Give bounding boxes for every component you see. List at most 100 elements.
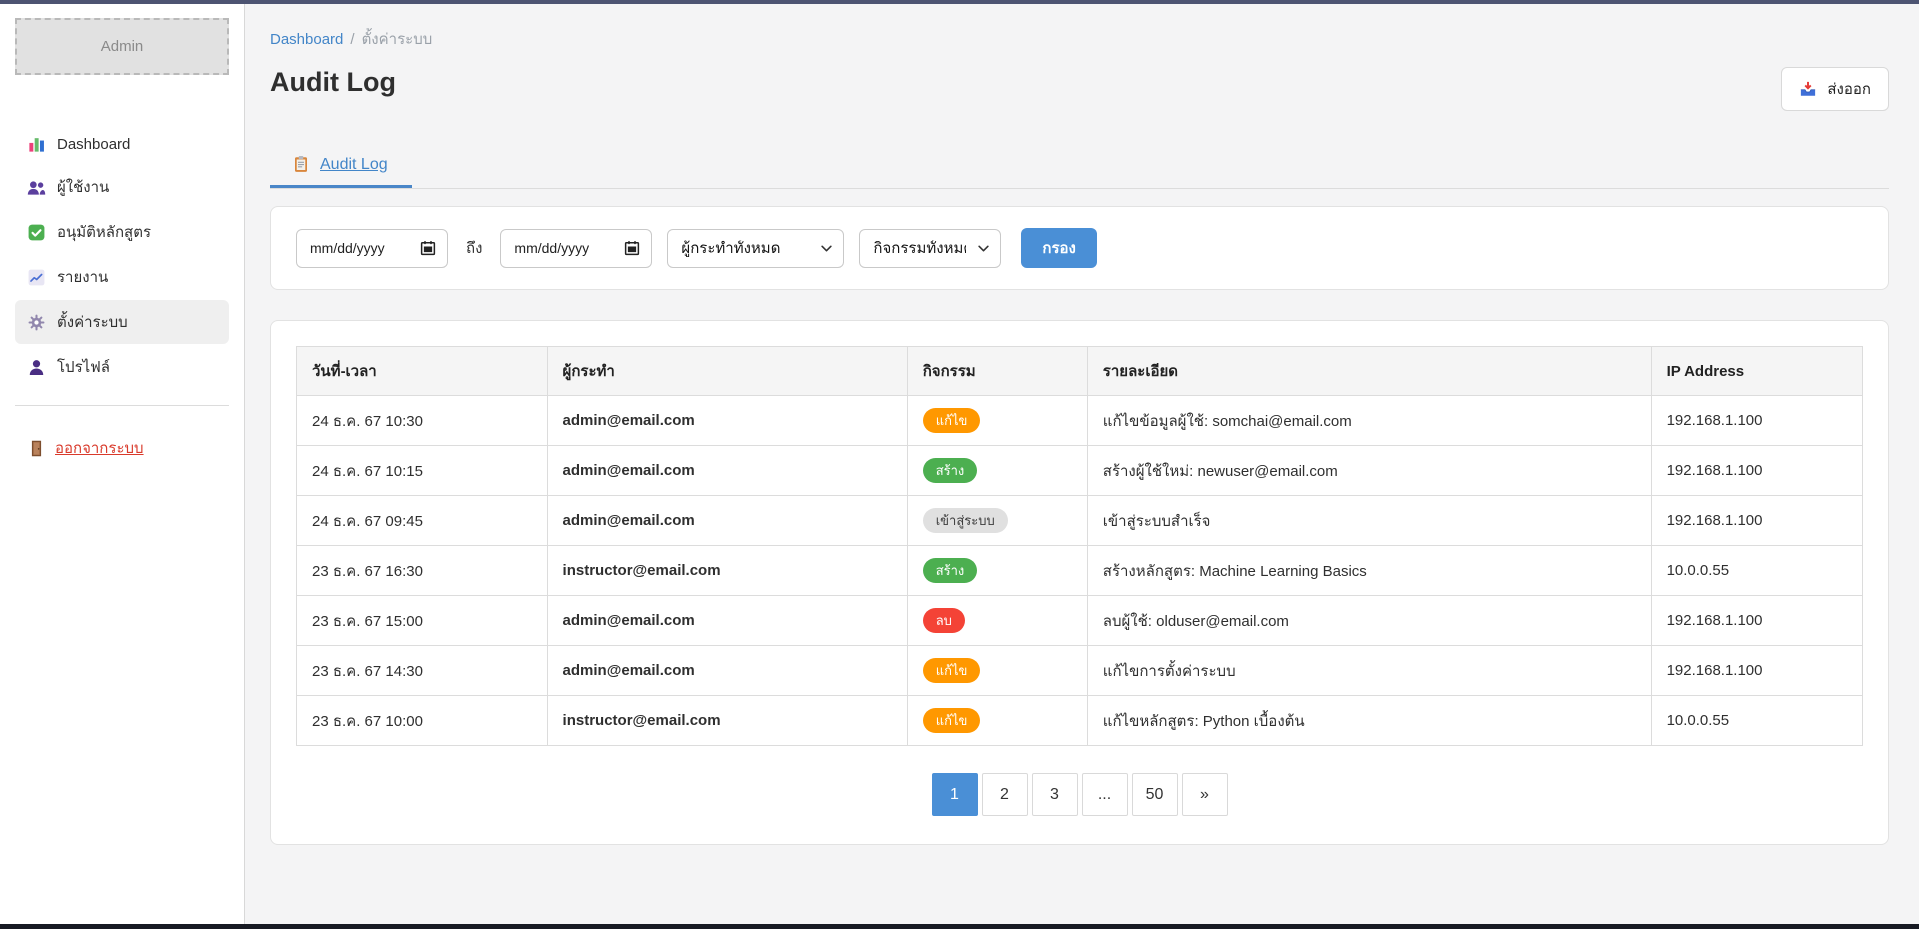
table-row: 23 ธ.ค. 67 14:30 admin@email.com แก้ไข แ… [297,646,1863,696]
cell-actor: admin@email.com [547,646,907,696]
actor-filter-select[interactable]: ผู้กระทำทั้งหมด [667,229,844,268]
sidebar-divider [15,405,229,406]
app-root: Admin Dashboard ผู้ใช้งาน อนุมัติหลักสูต… [0,4,1919,924]
cell-details: สร้างหลักสูตร: Machine Learning Basics [1087,546,1651,596]
cell-action: แก้ไข [907,396,1087,446]
window-bottom-strip [0,924,1919,929]
tab-audit-log-label: Audit Log [320,156,388,174]
date-to-input[interactable] [500,229,652,268]
cell-datetime: 24 ธ.ค. 67 10:15 [297,446,548,496]
pagination-page-3[interactable]: 3 [1032,773,1078,816]
date-from-field [296,229,448,268]
cell-ip: 192.168.1.100 [1651,396,1862,446]
column-header: รายละเอียด [1087,347,1651,396]
cell-datetime: 24 ธ.ค. 67 09:45 [297,496,548,546]
line-chart-icon [27,268,46,287]
sidebar-item-users[interactable]: ผู้ใช้งาน [15,165,229,209]
cell-actor: admin@email.com [547,496,907,546]
cell-details: สร้างผู้ใช้ใหม่: newuser@email.com [1087,446,1651,496]
sidebar: Admin Dashboard ผู้ใช้งาน อนุมัติหลักสูต… [0,4,245,924]
action-badge: แก้ไข [923,408,981,433]
cell-action: เข้าสู่ระบบ [907,496,1087,546]
cell-actor: instructor@email.com [547,546,907,596]
audit-table-card: วันที่-เวลาผู้กระทำกิจกรรมรายละเอียดIP A… [270,320,1889,845]
sidebar-item-reports[interactable]: รายงาน [15,255,229,299]
sidebar-item-label: รายงาน [57,265,108,289]
cell-details: ลบผู้ใช้: olduser@email.com [1087,596,1651,646]
export-button[interactable]: ส่งออก [1781,67,1889,111]
sidebar-item-label: โปรไฟล์ [57,355,110,379]
column-header: ผู้กระทำ [547,347,907,396]
breadcrumb-dashboard-link[interactable]: Dashboard [270,31,343,48]
cell-datetime: 23 ธ.ค. 67 16:30 [297,546,548,596]
activity-filter-select[interactable]: กิจกรรมทั้งหมด [859,229,1001,268]
sidebar-item-approve-courses[interactable]: อนุมัติหลักสูตร [15,210,229,254]
export-tray-icon [1799,80,1818,99]
table-row: 23 ธ.ค. 67 10:00 instructor@email.com แก… [297,696,1863,746]
cell-details: แก้ไขการตั้งค่าระบบ [1087,646,1651,696]
action-badge: เข้าสู่ระบบ [923,508,1008,533]
action-badge: แก้ไข [923,658,981,683]
sidebar-nav: Dashboard ผู้ใช้งาน อนุมัติหลักสูตร รายง… [15,125,229,389]
check-square-icon [27,223,46,242]
export-button-label: ส่งออก [1827,77,1871,101]
door-icon [27,439,46,458]
logo-text: Admin [101,38,144,55]
action-badge: ลบ [923,608,965,633]
sidebar-item-settings[interactable]: ตั้งค่าระบบ [15,300,229,344]
cell-datetime: 23 ธ.ค. 67 10:00 [297,696,548,746]
filter-bar: ถึง ผู้กระทำทั้งหมด กิจกรรมทั้งหมด [270,206,1889,290]
date-to-field [500,229,652,268]
pagination-next-button[interactable]: » [1182,773,1228,816]
filter-button[interactable]: กรอง [1021,228,1096,268]
sidebar-item-label: ผู้ใช้งาน [57,175,109,199]
action-badge: แก้ไข [923,708,981,733]
person-icon [27,358,46,377]
cell-action: สร้าง [907,546,1087,596]
sidebar-item-label: Dashboard [57,136,130,153]
table-header-row: วันที่-เวลาผู้กระทำกิจกรรมรายละเอียดIP A… [297,347,1863,396]
tab-audit-log[interactable]: Audit Log [270,145,412,188]
pagination-page-1[interactable]: 1 [932,773,978,816]
clipboard-icon [292,155,311,174]
actor-select-wrap: ผู้กระทำทั้งหมด [667,229,844,268]
cell-ip: 192.168.1.100 [1651,446,1862,496]
breadcrumb-separator: / [350,31,354,48]
tab-bar: Audit Log [270,145,1889,189]
gear-icon [27,313,46,332]
cell-ip: 10.0.0.55 [1651,546,1862,596]
cell-ip: 10.0.0.55 [1651,696,1862,746]
column-header: วันที่-เวลา [297,347,548,396]
breadcrumb-current: ตั้งค่าระบบ [362,31,433,48]
pagination-page-50[interactable]: 50 [1132,773,1178,816]
logo-placeholder: Admin [15,18,229,75]
cell-action: แก้ไข [907,696,1087,746]
breadcrumb: Dashboard / ตั้งค่าระบบ [270,27,1889,51]
cell-actor: admin@email.com [547,396,907,446]
column-header: กิจกรรม [907,347,1087,396]
table-row: 24 ธ.ค. 67 10:30 admin@email.com แก้ไข แ… [297,396,1863,446]
activity-select-wrap: กิจกรรมทั้งหมด [859,229,1001,268]
table-row: 23 ธ.ค. 67 15:00 admin@email.com ลบ ลบผู… [297,596,1863,646]
date-from-input[interactable] [296,229,448,268]
logout-label: ออกจากระบบ [55,436,144,460]
cell-action: สร้าง [907,446,1087,496]
cell-ip: 192.168.1.100 [1651,496,1862,546]
cell-actor: admin@email.com [547,596,907,646]
logout-link[interactable]: ออกจากระบบ [15,436,229,460]
bar-chart-icon [27,135,46,154]
cell-action: แก้ไข [907,646,1087,696]
table-row: 24 ธ.ค. 67 10:15 admin@email.com สร้าง ส… [297,446,1863,496]
audit-table: วันที่-เวลาผู้กระทำกิจกรรมรายละเอียดIP A… [296,346,1863,746]
cell-datetime: 23 ธ.ค. 67 15:00 [297,596,548,646]
cell-datetime: 23 ธ.ค. 67 14:30 [297,646,548,696]
pagination: 123...50» [296,773,1863,816]
main-content: Dashboard/ตั้งค่าระบบ Audit Log ส่งออก A… [245,4,1919,924]
pagination-page-2[interactable]: 2 [982,773,1028,816]
column-header: IP Address [1651,347,1862,396]
pagination-page-...[interactable]: ... [1082,773,1128,816]
sidebar-item-dashboard[interactable]: Dashboard [15,125,229,164]
cell-datetime: 24 ธ.ค. 67 10:30 [297,396,548,446]
cell-actor: instructor@email.com [547,696,907,746]
sidebar-item-profile[interactable]: โปรไฟล์ [15,345,229,389]
